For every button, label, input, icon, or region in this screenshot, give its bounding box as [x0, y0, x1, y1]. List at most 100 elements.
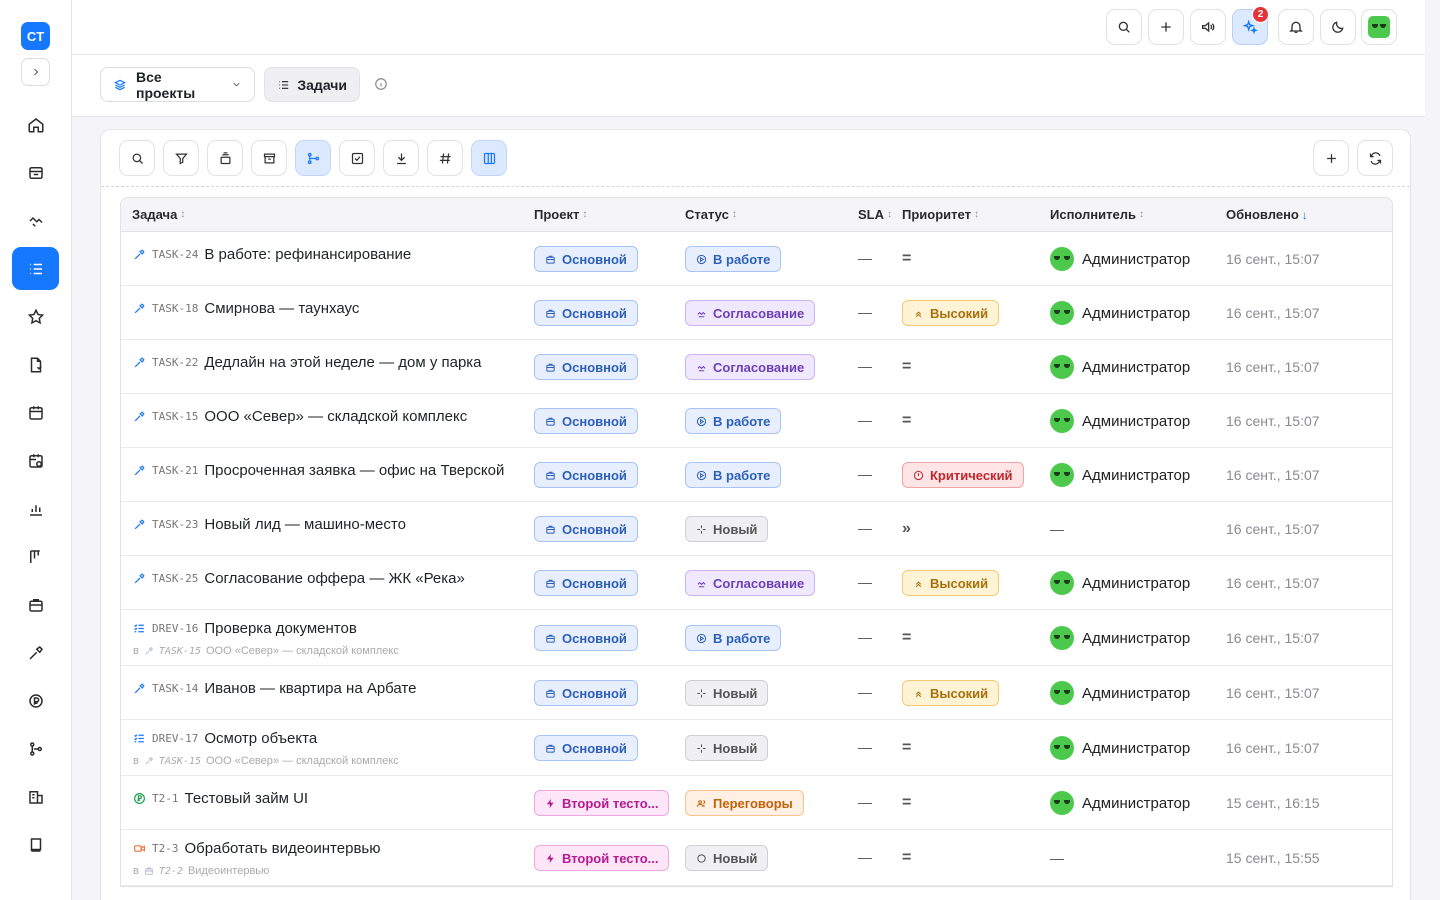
task-cell[interactable]: TASK-21 Просроченная заявка — офис на Тв…	[133, 462, 504, 479]
task-cell[interactable]: DREV-16 Проверка документов	[133, 620, 357, 637]
table-search-button[interactable]	[119, 140, 155, 176]
assignee-cell[interactable]: Администратор	[1050, 409, 1190, 433]
project-badge[interactable]: Основной	[534, 354, 638, 380]
task-title[interactable]: Согласование оффера — ЖК «Река»	[204, 570, 465, 587]
table-row[interactable]: TASK-24 В работе: рефинансирование Основ…	[121, 232, 1392, 286]
table-row[interactable]: TASK-22 Дедлайн на этой неделе — дом у п…	[121, 340, 1392, 394]
filter-button[interactable]	[163, 140, 199, 176]
status-badge[interactable]: В работе	[685, 246, 782, 272]
sidebar-item-buildings[interactable]	[12, 775, 59, 818]
sidebar-item-analytics[interactable]	[12, 487, 59, 530]
priority-cell[interactable]: Высокий	[902, 300, 1000, 326]
status-badge[interactable]: В работе	[685, 625, 782, 651]
project-badge[interactable]: Основной	[534, 462, 638, 488]
column-header-project[interactable]: Проект ↕	[534, 207, 587, 222]
assignee-cell[interactable]: —	[1050, 846, 1064, 870]
project-badge[interactable]: Основной	[534, 516, 638, 542]
status-badge[interactable]: Согласование	[685, 570, 816, 596]
task-title[interactable]: Осмотр объекта	[204, 730, 317, 747]
create-button[interactable]	[1148, 9, 1184, 45]
status-badge[interactable]: Новый	[685, 845, 769, 871]
table-row[interactable]: T2-1 Тестовый займ UI Второй тесто... Пе…	[121, 776, 1392, 830]
sidebar-item-tasks[interactable]	[12, 247, 59, 290]
archive-button[interactable]	[251, 140, 287, 176]
assignee-cell[interactable]: —	[1050, 517, 1064, 541]
task-cell[interactable]: TASK-25 Согласование оффера — ЖК «Река»	[133, 570, 465, 587]
table-row[interactable]: T2-3 Обработать видеоинтервью в T2-2 Вид…	[121, 830, 1392, 886]
table-row[interactable]: TASK-15 ООО «Север» — складской комплекс…	[121, 394, 1392, 448]
sidebar-item-finance[interactable]	[12, 679, 59, 722]
add-task-button[interactable]	[1313, 140, 1349, 176]
priority-cell[interactable]: Высокий	[902, 570, 1000, 596]
priority-cell[interactable]: =	[902, 625, 911, 651]
assignee-cell[interactable]: Администратор	[1050, 736, 1190, 760]
priority-cell[interactable]: =	[902, 246, 911, 272]
priority-cell[interactable]: =	[902, 845, 911, 871]
parent-task-link[interactable]: в TASK-15 ООО «Север» — складской компле…	[133, 755, 399, 767]
sidebar-item-calendar[interactable]	[12, 391, 59, 434]
columns-button[interactable]	[471, 140, 507, 176]
project-select[interactable]: Все проекты	[100, 67, 255, 102]
project-badge[interactable]: Основной	[534, 735, 638, 761]
table-row[interactable]: DREV-16 Проверка документов в TASK-15 ОО…	[121, 610, 1392, 666]
completed-toggle-button[interactable]	[339, 140, 375, 176]
sidebar-item-documents[interactable]	[12, 343, 59, 386]
status-badge[interactable]: Новый	[685, 680, 769, 706]
status-badge[interactable]: Новый	[685, 516, 769, 542]
group-button[interactable]	[207, 140, 243, 176]
sidebar-item-kanban[interactable]	[12, 535, 59, 578]
priority-cell[interactable]: »	[902, 516, 911, 542]
task-title[interactable]: Иванов — квартира на Арбате	[204, 680, 416, 697]
priority-cell[interactable]: =	[902, 735, 911, 761]
task-cell[interactable]: TASK-23 Новый лид — машино-место	[133, 516, 406, 533]
sidebar-item-deals[interactable]	[12, 199, 59, 242]
user-avatar-button[interactable]	[1361, 9, 1397, 45]
task-cell[interactable]: T2-1 Тестовый займ UI	[133, 790, 308, 807]
priority-cell[interactable]: Высокий	[902, 680, 1000, 706]
project-badge[interactable]: Основной	[534, 680, 638, 706]
project-badge[interactable]: Основной	[534, 408, 638, 434]
column-header-status[interactable]: Статус ↕	[685, 207, 737, 222]
sidebar-item-portfolio[interactable]	[12, 583, 59, 626]
global-search-button[interactable]	[1106, 9, 1142, 45]
assignee-cell[interactable]: Администратор	[1050, 626, 1190, 650]
task-title[interactable]: В работе: рефинансирование	[204, 246, 411, 263]
status-badge[interactable]: В работе	[685, 462, 782, 488]
subtasks-toggle-button[interactable]	[295, 140, 331, 176]
column-header-sla[interactable]: SLA ↕	[858, 207, 892, 222]
project-badge[interactable]: Основной	[534, 246, 638, 272]
project-badge[interactable]: Второй тесто...	[534, 790, 670, 816]
column-header-priority[interactable]: Приоритет ↕	[902, 207, 979, 222]
table-row[interactable]: TASK-14 Иванов — квартира на Арбате Осно…	[121, 666, 1392, 720]
workspace-logo[interactable]: CT	[21, 22, 50, 50]
announcements-button[interactable]	[1190, 9, 1226, 45]
sidebar-item-home[interactable]	[12, 103, 59, 146]
task-cell[interactable]: TASK-22 Дедлайн на этой неделе — дом у п…	[133, 354, 482, 371]
priority-cell[interactable]: Критический	[902, 462, 1024, 488]
sidebar-item-tools[interactable]	[12, 631, 59, 674]
sidebar-item-schedule[interactable]	[12, 439, 59, 482]
task-title[interactable]: Проверка документов	[204, 620, 356, 637]
project-badge[interactable]: Основной	[534, 300, 638, 326]
assignee-cell[interactable]: Администратор	[1050, 463, 1190, 487]
task-cell[interactable]: TASK-24 В работе: рефинансирование	[133, 246, 411, 263]
table-row[interactable]: TASK-18 Смирнова — таунхаус Основной Сог…	[121, 286, 1392, 340]
status-badge[interactable]: В работе	[685, 408, 782, 434]
assignee-cell[interactable]: Администратор	[1050, 571, 1190, 595]
task-title[interactable]: Смирнова — таунхаус	[204, 300, 359, 317]
assignee-cell[interactable]: Администратор	[1050, 301, 1190, 325]
table-row[interactable]: DREV-17 Осмотр объекта в TASK-15 ООО «Се…	[121, 720, 1392, 776]
sidebar-item-structure[interactable]	[12, 727, 59, 770]
assignee-cell[interactable]: Администратор	[1050, 355, 1190, 379]
export-button[interactable]	[383, 140, 419, 176]
status-badge[interactable]: Переговоры	[685, 790, 804, 816]
assignee-cell[interactable]: Администратор	[1050, 681, 1190, 705]
sidebar-item-inbox[interactable]	[12, 151, 59, 194]
sidebar-item-knowledge[interactable]	[12, 823, 59, 866]
assignee-cell[interactable]: Администратор	[1050, 247, 1190, 271]
status-badge[interactable]: Согласование	[685, 300, 816, 326]
task-cell[interactable]: TASK-18 Смирнова — таунхаус	[133, 300, 359, 317]
project-badge[interactable]: Основной	[534, 570, 638, 596]
task-cell[interactable]: TASK-15 ООО «Север» — складской комплекс	[133, 408, 467, 425]
column-header-assignee[interactable]: Исполнитель ↕	[1050, 207, 1144, 222]
